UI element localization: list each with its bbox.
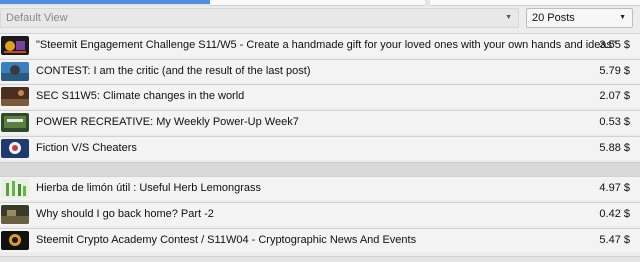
post-thumbnail[interactable] <box>1 62 29 81</box>
post-title[interactable]: Steemit Crypto Academy Contest / S11W04 … <box>36 234 416 246</box>
posts-count-select[interactable]: 20 Posts ▼ <box>526 8 633 28</box>
post-payout: 5.88 $ <box>599 142 630 154</box>
post-title[interactable]: POWER RECREATIVE: My Weekly Power-Up Wee… <box>36 116 299 128</box>
post-row[interactable]: SEC S11W5: Climate changes in the world … <box>0 84 640 108</box>
post-thumbnail[interactable] <box>1 139 29 158</box>
post-row[interactable]: Why should I go back home? Part -2 0.42 … <box>0 202 640 226</box>
post-thumbnail[interactable] <box>1 205 29 224</box>
tab[interactable] <box>430 0 640 6</box>
post-title[interactable]: SEC S11W5: Climate changes in the world <box>36 90 244 102</box>
post-thumbnail[interactable] <box>1 87 29 106</box>
post-title[interactable]: CONTEST: I am the critic (and the result… <box>36 65 311 77</box>
active-tab-indicator[interactable] <box>0 0 210 4</box>
post-thumbnail[interactable] <box>1 113 29 132</box>
post-row[interactable]: Steemit Crypto Academy Contest / S11W04 … <box>0 228 640 252</box>
post-thumbnail[interactable] <box>1 231 29 250</box>
post-row[interactable]: Hierba de limón útil : Useful Herb Lemon… <box>0 176 640 200</box>
post-payout: 3.55 $ <box>599 39 630 51</box>
post-title[interactable]: Hierba de limón útil : Useful Herb Lemon… <box>36 182 261 194</box>
chevron-down-icon: ▼ <box>505 14 512 21</box>
chevron-down-icon: ▼ <box>619 14 626 21</box>
post-payout: 5.47 $ <box>599 234 630 246</box>
post-title[interactable]: Why should I go back home? Part -2 <box>36 208 214 220</box>
top-tab-strip <box>0 0 640 6</box>
post-title[interactable]: Fiction V/S Cheaters <box>36 142 137 154</box>
post-row[interactable]: CONTEST: I am the critic (and the result… <box>0 59 640 83</box>
post-row[interactable]: Fiction V/S Cheaters 5.88 $ <box>0 136 640 160</box>
view-select[interactable]: Default View ▼ <box>0 8 519 28</box>
post-thumbnail[interactable] <box>1 179 29 198</box>
section-divider <box>0 162 640 177</box>
post-payout: 4.97 $ <box>599 182 630 194</box>
post-payout: 0.42 $ <box>599 208 630 220</box>
view-select-value: Default View <box>6 12 68 24</box>
post-payout: 2.07 $ <box>599 90 630 102</box>
list-bottom-edge <box>0 256 640 262</box>
post-thumbnail[interactable] <box>1 36 29 55</box>
post-row[interactable]: POWER RECREATIVE: My Weekly Power-Up Wee… <box>0 110 640 134</box>
post-title[interactable]: "Steemit Engagement Challenge S11/W5 - C… <box>36 39 616 51</box>
posts-count-value: 20 Posts <box>532 12 575 24</box>
tab[interactable] <box>210 0 425 6</box>
post-payout: 0.53 $ <box>599 116 630 128</box>
post-row[interactable]: "Steemit Engagement Challenge S11/W5 - C… <box>0 33 640 57</box>
post-payout: 5.79 $ <box>599 65 630 77</box>
